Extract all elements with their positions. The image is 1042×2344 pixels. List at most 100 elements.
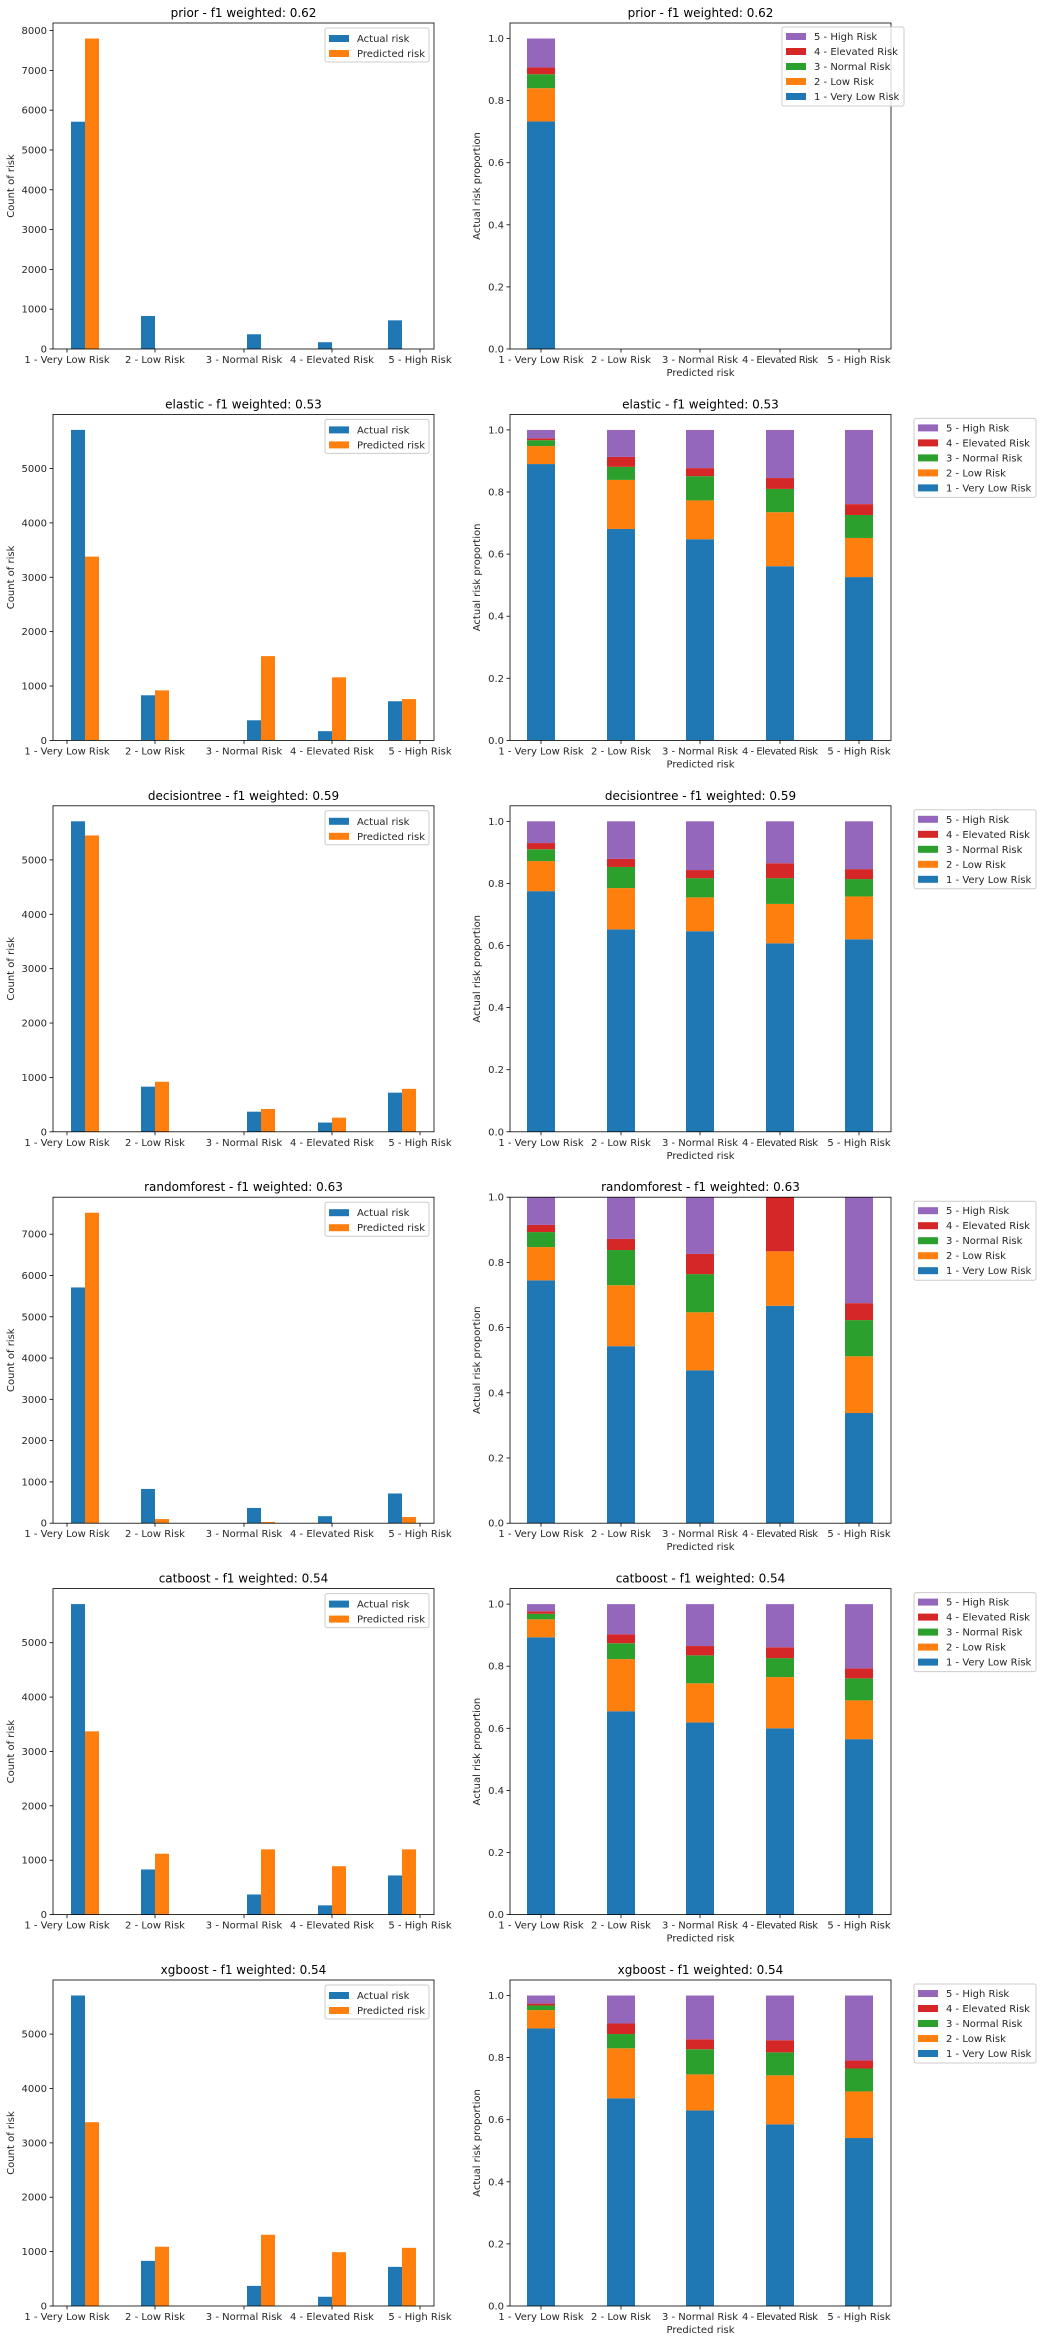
x-tick-label: 1 - Very Low Risk <box>498 1138 584 1149</box>
y-axis-label: Actual risk proportion <box>472 132 483 240</box>
y-tick-label: 1.0 <box>488 1991 504 2002</box>
stacked-segment-risk-3 <box>845 1320 873 1357</box>
stacked-segment-risk-2 <box>527 88 555 122</box>
legend-label: 2 - Low Risk <box>946 1251 1006 1262</box>
stacked-segment-risk-3 <box>845 1678 873 1701</box>
y-axis-label: Count of risk <box>6 545 17 609</box>
actual-bar <box>71 1995 85 2306</box>
x-tick-label: 3 - Normal Risk <box>206 746 283 757</box>
stacked-segment-risk-2 <box>527 1619 555 1638</box>
y-tick-label: 5000 <box>22 2030 47 2041</box>
stacked-segment-risk-2 <box>686 2074 714 2111</box>
actual-bar <box>141 1869 155 1915</box>
legend: 5 - High Risk 4 - Elevated Risk 3 - Normal… <box>913 1200 1037 1281</box>
x-tick-label: 1 - Very Low Risk <box>498 355 584 366</box>
stacked-segment-risk-2 <box>845 1356 873 1414</box>
y-tick-label: 1000 <box>22 682 47 693</box>
actual-bar <box>388 320 402 349</box>
y-tick-label: 1.0 <box>488 425 504 436</box>
axes-frame <box>52 22 435 350</box>
legend: 5 - High Risk 4 - Elevated Risk 3 - Normal… <box>913 1983 1037 2064</box>
proportion-chart-randomforest: randomforest - f1 weighted: 0.63 0.0 0.2 0.… <box>472 1180 1037 1553</box>
x-tick-label: 5 - High Risk <box>388 355 451 366</box>
legend-swatch <box>329 1992 349 1999</box>
stacked-segment-risk-2 <box>527 1247 555 1281</box>
stacked-segment-risk-3 <box>766 488 794 513</box>
predicted-bar <box>332 1866 346 1915</box>
legend-label: Actual risk <box>357 1208 410 1219</box>
y-tick-label: 1000 <box>22 305 47 316</box>
legend-label: 2 - Low Risk <box>946 860 1006 871</box>
chart-title: randomforest - f1 weighted: 0.63 <box>144 1180 343 1194</box>
chart-title: elastic - f1 weighted: 0.53 <box>622 397 779 411</box>
legend-swatch <box>918 1207 938 1215</box>
x-tick-label: 5 - High Risk <box>388 746 451 757</box>
legend-label: 3 - Normal Risk <box>814 62 891 73</box>
x-tick-label: 1 - Very Low Risk <box>24 1138 110 1149</box>
stacked-segment-risk-2 <box>686 500 714 540</box>
legend-label: 2 - Low Risk <box>946 468 1006 479</box>
stacked-segment-risk-2 <box>766 2075 794 2125</box>
proportion-chart-catboost: catboost - f1 weighted: 0.54 0.0 0.2 0.4 0.6… <box>472 1572 1037 1945</box>
stacked-segment-risk-3 <box>527 2005 555 2011</box>
stacked-segment-risk-5 <box>527 1197 555 1225</box>
legend-swatch <box>918 2005 938 2012</box>
stacked-segment-risk-3 <box>607 2034 635 2049</box>
stacked-segment-risk-4 <box>607 456 635 467</box>
stacked-segment-risk-4 <box>686 2039 714 2050</box>
x-tick-label: 2 - Low Risk <box>125 1138 185 1149</box>
chart-title: decisiontree - f1 weighted: 0.59 <box>605 789 796 803</box>
legend-swatch <box>329 1224 349 1232</box>
y-axis-label: Count of risk <box>6 937 17 1001</box>
axes-frame <box>52 1196 435 1524</box>
y-tick-label: 0.2 <box>488 282 504 293</box>
y-tick-label: 0.4 <box>488 1388 504 1399</box>
predicted-bar <box>332 677 346 741</box>
predicted-bar <box>261 1108 275 1132</box>
stacked-segment-risk-3 <box>607 1250 635 1286</box>
x-tick-label: 5 - High Risk <box>388 1529 451 1540</box>
y-tick-label: 0.0 <box>488 2302 504 2313</box>
stacked-segment-risk-3 <box>607 466 635 480</box>
y-axis-label: Count of risk <box>6 154 17 218</box>
legend-label: Actual risk <box>357 34 410 45</box>
actual-bar <box>141 1488 155 1524</box>
legend-swatch <box>918 484 938 492</box>
legend-swatch <box>918 1598 938 1606</box>
stacked-segment-risk-1 <box>686 931 714 1132</box>
actual-bar <box>141 1086 155 1132</box>
stacked-segment-risk-2 <box>845 896 873 940</box>
x-tick-label: 5 - High Risk <box>827 1138 890 1149</box>
y-axis-label: Count of risk <box>6 2111 17 2175</box>
y-tick-label: 5000 <box>22 1312 47 1323</box>
stacked-segment-risk-5 <box>845 1604 873 1669</box>
stacked-segment-risk-1 <box>766 566 794 741</box>
stacked-segment-risk-1 <box>527 891 555 1132</box>
stacked-segment-risk-5 <box>686 1604 714 1647</box>
x-tick-label: 5 - High Risk <box>827 2312 890 2323</box>
y-tick-label: 5000 <box>22 145 47 156</box>
stacked-segment-risk-4 <box>527 1224 555 1233</box>
y-tick-label: 3000 <box>22 2138 47 2149</box>
stacked-segment-risk-2 <box>766 512 794 567</box>
legend-swatch <box>918 469 938 477</box>
actual-bar <box>388 2266 402 2306</box>
legend-label: Predicted risk <box>357 832 425 843</box>
chart-title: prior - f1 weighted: 0.62 <box>171 6 317 20</box>
y-tick-label: 7000 <box>22 66 47 77</box>
y-tick-label: 2000 <box>22 1436 47 1447</box>
y-tick-label: 3000 <box>22 225 47 236</box>
legend: 5 - High Risk 4 - Elevated Risk 3 - Normal… <box>913 417 1037 498</box>
stacked-segment-risk-5 <box>766 1604 794 1648</box>
legend-label: Actual risk <box>357 1991 410 2002</box>
y-axis-label: Actual risk proportion <box>472 524 483 632</box>
legend: Actual risk Predicted risk <box>324 418 430 454</box>
legend-swatch <box>918 860 938 868</box>
predicted-bar <box>85 556 99 741</box>
predicted-bar <box>261 1849 275 1915</box>
stacked-segment-risk-4 <box>766 478 794 489</box>
x-tick-label: 4 - Elevated Risk <box>742 1138 818 1149</box>
axes-frame <box>52 413 435 741</box>
stacked-segment-risk-5 <box>766 429 794 479</box>
actual-bar <box>318 1122 332 1132</box>
